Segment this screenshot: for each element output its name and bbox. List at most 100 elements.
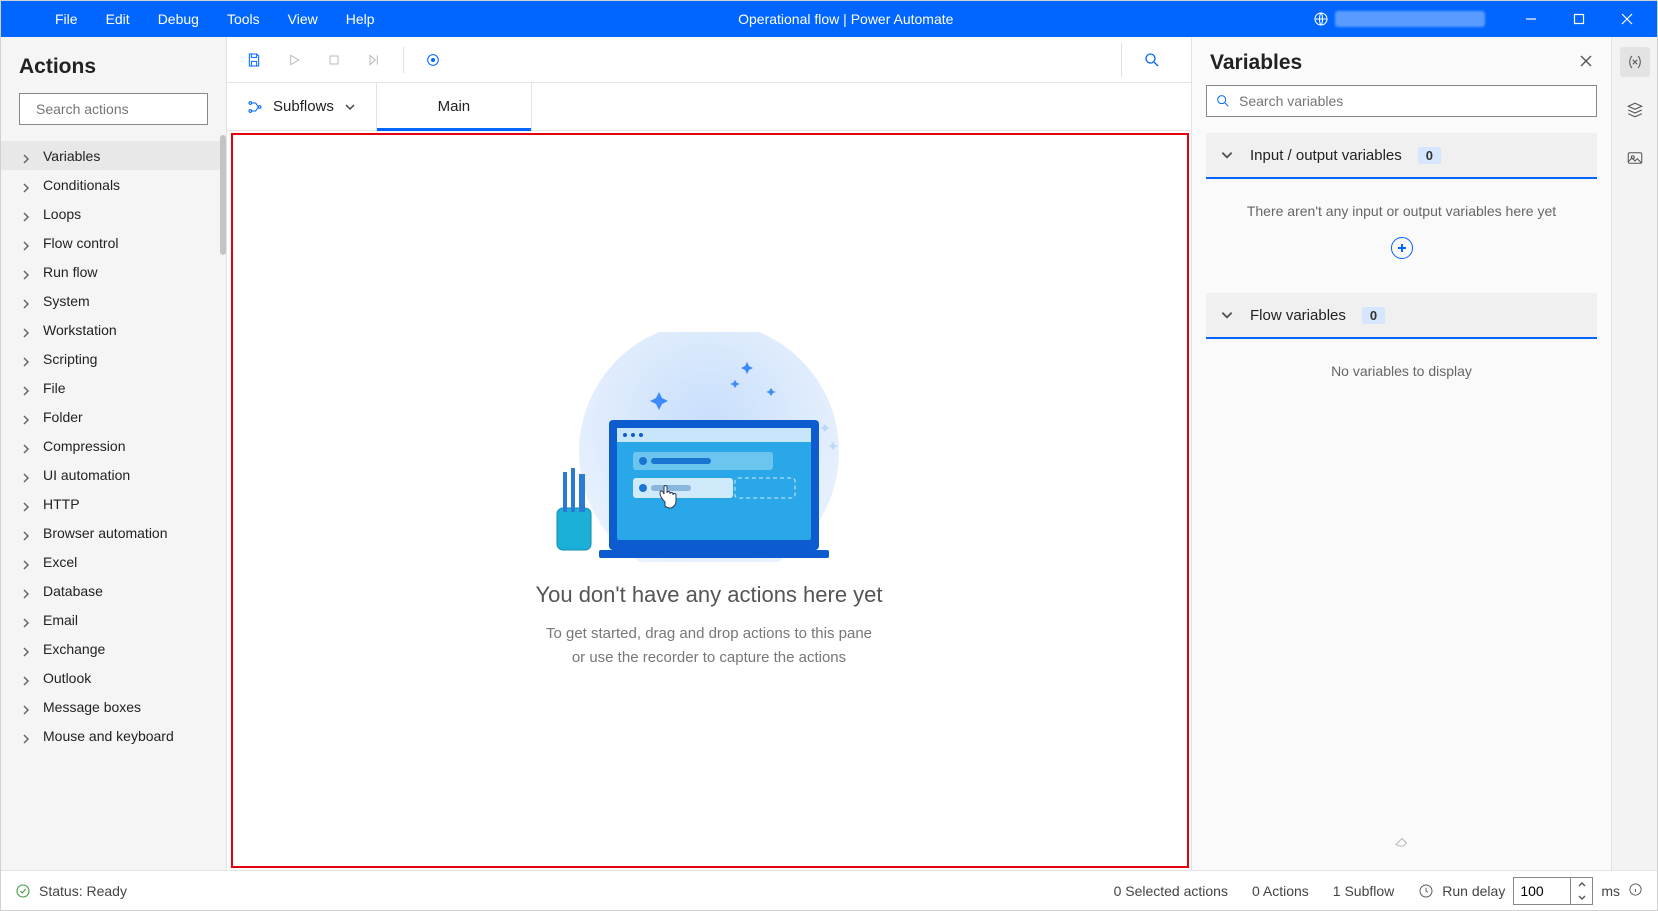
- status-bar: Status: Ready 0 Selected actions 0 Actio…: [1, 870, 1657, 910]
- category-compression[interactable]: Compression: [1, 431, 226, 460]
- flow-variables-section: Flow variables 0 No variables to display: [1206, 293, 1597, 399]
- window-close-button[interactable]: [1603, 1, 1651, 37]
- category-system[interactable]: System: [1, 286, 226, 315]
- io-variables-empty-text: There aren't any input or output variabl…: [1220, 203, 1583, 219]
- designer-area: Subflows Main: [227, 37, 1191, 870]
- category-label: Run flow: [43, 264, 97, 280]
- status-selected-actions: 0 Selected actions: [1114, 883, 1228, 899]
- spinner-up[interactable]: [1571, 878, 1592, 891]
- io-variables-header[interactable]: Input / output variables 0: [1206, 133, 1597, 179]
- run-delay-input[interactable]: [1514, 883, 1570, 899]
- category-scripting[interactable]: Scripting: [1, 344, 226, 373]
- variables-panel-title: Variables: [1210, 51, 1302, 75]
- category-label: System: [43, 293, 90, 309]
- category-label: Exchange: [43, 641, 105, 657]
- tab-main[interactable]: Main: [377, 83, 532, 130]
- empty-subtitle-2: or use the recorder to capture the actio…: [535, 646, 882, 669]
- window-minimize-button[interactable]: [1507, 1, 1555, 37]
- category-label: Excel: [43, 554, 77, 570]
- io-variables-label: Input / output variables: [1250, 147, 1402, 164]
- category-label: Browser automation: [43, 525, 168, 541]
- recorder-button[interactable]: [416, 43, 450, 77]
- chevron-right-icon: [21, 151, 31, 161]
- category-run-flow[interactable]: Run flow: [1, 257, 226, 286]
- chevron-right-icon: [21, 644, 31, 654]
- variables-search-input[interactable]: [1239, 93, 1588, 109]
- chevron-right-icon: [21, 325, 31, 335]
- run-button[interactable]: [277, 43, 311, 77]
- check-circle-icon: [15, 883, 31, 899]
- category-variables[interactable]: Variables: [1, 141, 226, 170]
- designer-toolbar: [227, 37, 1191, 83]
- category-excel[interactable]: Excel: [1, 547, 226, 576]
- chevron-right-icon: [21, 412, 31, 422]
- rail-variables-button[interactable]: [1620, 47, 1650, 77]
- environment-picker[interactable]: [1303, 9, 1495, 29]
- category-database[interactable]: Database: [1, 576, 226, 605]
- category-label: Conditionals: [43, 177, 120, 193]
- rail-ui-elements-button[interactable]: [1620, 95, 1650, 125]
- category-label: Folder: [43, 409, 83, 425]
- category-label: Message boxes: [43, 699, 141, 715]
- category-folder[interactable]: Folder: [1, 402, 226, 431]
- actions-panel-title: Actions: [1, 37, 226, 93]
- variables-close-button[interactable]: [1579, 54, 1593, 73]
- globe-icon: [1313, 11, 1329, 27]
- category-outlook[interactable]: Outlook: [1, 663, 226, 692]
- actions-category-list[interactable]: Variables Conditionals Loops Flow contro…: [1, 135, 226, 870]
- variables-panel: Variables Input / output variables 0 The…: [1191, 37, 1611, 870]
- menu-view[interactable]: View: [274, 1, 332, 37]
- chevron-right-icon: [21, 238, 31, 248]
- category-workstation[interactable]: Workstation: [1, 315, 226, 344]
- category-email[interactable]: Email: [1, 605, 226, 634]
- search-icon: [1215, 93, 1231, 109]
- chevron-right-icon: [21, 557, 31, 567]
- category-label: Email: [43, 612, 78, 628]
- window-maximize-button[interactable]: [1555, 1, 1603, 37]
- category-mouse-keyboard[interactable]: Mouse and keyboard: [1, 721, 226, 750]
- menu-help[interactable]: Help: [332, 1, 389, 37]
- clear-variables-button[interactable]: [1192, 823, 1611, 862]
- status-actions-count: 0 Actions: [1252, 883, 1309, 899]
- flow-variables-label: Flow variables: [1250, 307, 1346, 324]
- category-label: Variables: [43, 148, 100, 164]
- scrollbar-thumb[interactable]: [220, 135, 226, 255]
- canvas-search-button[interactable]: [1121, 43, 1181, 77]
- right-rail: [1611, 37, 1657, 870]
- actions-search-input[interactable]: [36, 101, 217, 117]
- chevron-right-icon: [21, 267, 31, 277]
- category-http[interactable]: HTTP: [1, 489, 226, 518]
- rail-images-button[interactable]: [1620, 143, 1650, 173]
- stop-button[interactable]: [317, 43, 351, 77]
- spinner-down[interactable]: [1571, 891, 1592, 904]
- chevron-right-icon: [21, 180, 31, 190]
- subflows-dropdown[interactable]: Subflows: [227, 83, 377, 130]
- save-button[interactable]: [237, 43, 271, 77]
- category-label: File: [43, 380, 66, 396]
- category-label: Scripting: [43, 351, 97, 367]
- category-ui-automation[interactable]: UI automation: [1, 460, 226, 489]
- category-conditionals[interactable]: Conditionals: [1, 170, 226, 199]
- menu-file[interactable]: File: [41, 1, 92, 37]
- category-loops[interactable]: Loops: [1, 199, 226, 228]
- menu-edit[interactable]: Edit: [92, 1, 144, 37]
- flow-variables-header[interactable]: Flow variables 0: [1206, 293, 1597, 339]
- category-browser-automation[interactable]: Browser automation: [1, 518, 226, 547]
- chevron-down-icon: [1220, 308, 1234, 322]
- step-button[interactable]: [357, 43, 391, 77]
- category-file[interactable]: File: [1, 373, 226, 402]
- info-icon[interactable]: [1628, 882, 1643, 900]
- category-message-boxes[interactable]: Message boxes: [1, 692, 226, 721]
- menu-tools[interactable]: Tools: [213, 1, 274, 37]
- add-io-variable-button[interactable]: [1391, 237, 1413, 259]
- actions-search[interactable]: [19, 93, 208, 125]
- category-exchange[interactable]: Exchange: [1, 634, 226, 663]
- chevron-down-icon: [344, 101, 356, 113]
- category-flow-control[interactable]: Flow control: [1, 228, 226, 257]
- chevron-right-icon: [21, 528, 31, 538]
- subflows-label: Subflows: [273, 98, 334, 115]
- run-delay-spinner[interactable]: [1513, 877, 1593, 905]
- canvas[interactable]: You don't have any actions here yet To g…: [227, 131, 1191, 870]
- variables-search[interactable]: [1206, 85, 1597, 117]
- menu-debug[interactable]: Debug: [144, 1, 213, 37]
